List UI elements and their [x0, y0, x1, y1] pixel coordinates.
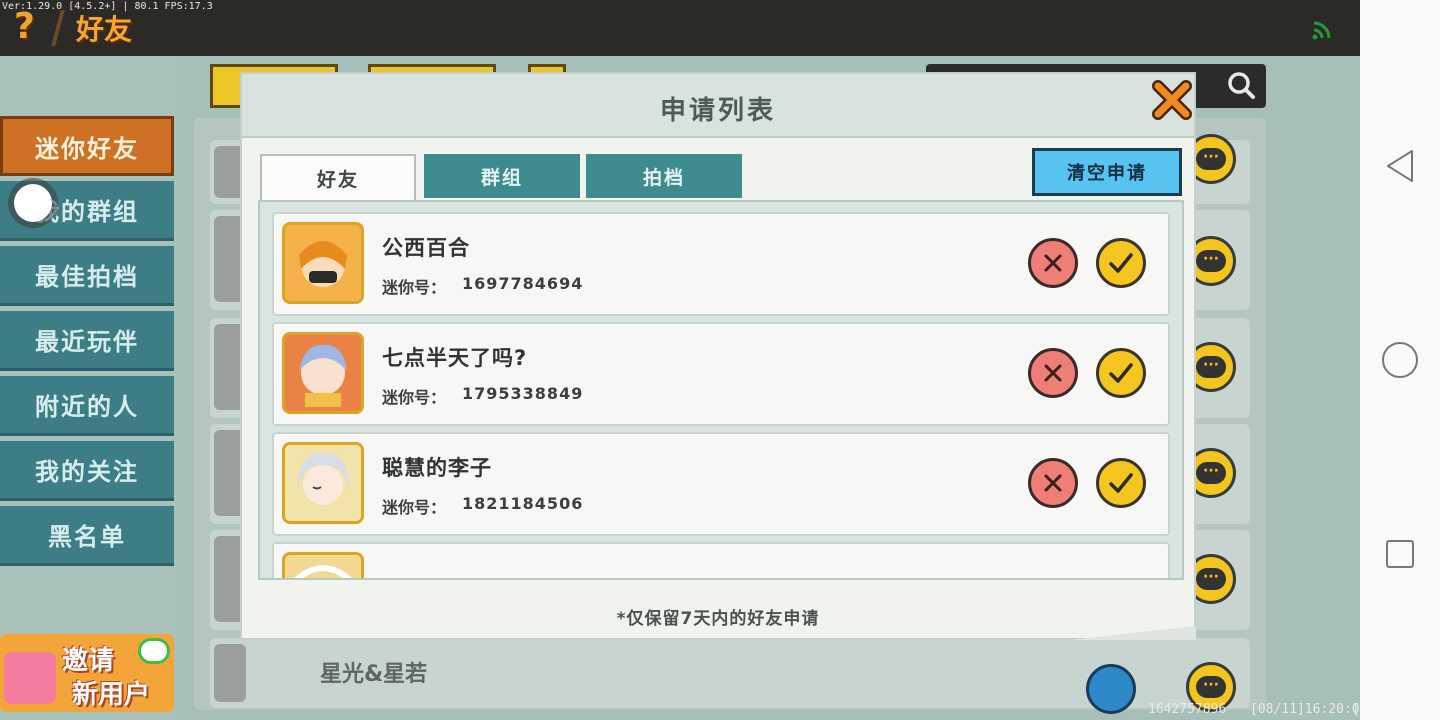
- dialog-title: 申请列表: [659, 96, 776, 126]
- tab-groups[interactable]: 群组: [424, 154, 580, 198]
- requester-name: 聪慧的李子: [382, 456, 492, 480]
- reject-button[interactable]: [1028, 458, 1078, 508]
- search-icon[interactable]: [1226, 70, 1256, 100]
- page-title: 好友: [76, 13, 133, 46]
- avatar: [214, 644, 246, 702]
- back-icon[interactable]: [1384, 148, 1416, 184]
- request-row: 公西百合 迷你号： 1697784694: [272, 212, 1170, 316]
- avatar: [282, 222, 364, 304]
- request-list: 公西百合 迷你号： 1697784694 七点半天了吗? 迷你号： 179533…: [258, 200, 1184, 580]
- mini-id-value: 1697784694: [462, 274, 584, 293]
- reject-button[interactable]: [1028, 238, 1078, 288]
- reject-button[interactable]: [1028, 348, 1078, 398]
- avatar: [282, 442, 364, 524]
- request-row: 聪慧的李子 迷你号： 1821184506: [272, 432, 1170, 536]
- mini-id-label: 迷你号：: [382, 498, 447, 517]
- new-user-label: 新用户: [72, 680, 151, 710]
- chat-icon: ···: [1196, 568, 1226, 590]
- title-divider: [51, 10, 65, 46]
- help-icon[interactable]: ?: [14, 6, 35, 47]
- footer-timestamp: [08/11]16:20:0: [1250, 702, 1360, 717]
- retention-note: *仅保留7天内的好友申请: [616, 609, 820, 629]
- close-icon: [1044, 364, 1062, 382]
- mini-id-label: 迷你号：: [382, 388, 447, 407]
- avatar: [282, 332, 364, 414]
- avatar-image: [285, 445, 361, 521]
- chat-icon: ···: [1196, 462, 1226, 484]
- friend-name: 星光&星若: [320, 662, 428, 687]
- sidebar-item-mini-friends[interactable]: 迷你好友: [0, 116, 174, 176]
- avatar-image: [285, 335, 361, 411]
- wechat-icon: [138, 638, 170, 664]
- check-icon: [1109, 253, 1133, 273]
- avatar-image: [285, 225, 361, 301]
- requester-name: 公西百合: [382, 236, 470, 260]
- invite-label: 邀请: [62, 646, 115, 676]
- gift-icon: [4, 652, 56, 704]
- recent-apps-icon[interactable]: [1386, 540, 1414, 568]
- check-icon: [1109, 363, 1133, 383]
- close-icon[interactable]: [1148, 76, 1196, 124]
- wifi-icon: [1312, 21, 1331, 40]
- chat-icon: ···: [1196, 676, 1226, 698]
- clear-requests-button[interactable]: 清空申请: [1032, 148, 1182, 196]
- accept-button[interactable]: [1096, 348, 1146, 398]
- sidebar-item-nearby[interactable]: 附近的人: [0, 376, 174, 436]
- avatar-image: [285, 555, 361, 578]
- sidebar-item-best-partner[interactable]: 最佳拍档: [0, 246, 174, 306]
- chat-icon: ···: [1196, 148, 1226, 170]
- top-bar: Ver:1.29.0 [4.5.2+] | 80.1 FPS:17.3 ? 好友: [0, 0, 1360, 56]
- accept-button[interactable]: [1096, 458, 1146, 508]
- footer-user-id: 1642757896: [1148, 702, 1227, 717]
- sidebar-item-blacklist[interactable]: 黑名单: [0, 506, 174, 566]
- requester-name: 七点半天了吗?: [382, 346, 528, 370]
- tab-partners[interactable]: 拍档: [586, 154, 742, 198]
- sidebar-item-following[interactable]: 我的关注: [0, 441, 174, 501]
- request-row: 七点半天了吗? 迷你号： 1795338849: [272, 322, 1170, 426]
- close-icon: [1044, 474, 1062, 492]
- touch-indicator: [14, 184, 52, 222]
- request-row: [272, 542, 1170, 578]
- invite-new-user-banner[interactable]: 邀请 新用户: [0, 634, 174, 712]
- request-list-dialog: 申请列表 好友 群组 拍档 清空申请 公西百合 迷你号： 1697784694: [240, 72, 1196, 640]
- close-icon: [1044, 254, 1062, 272]
- home-icon[interactable]: [1086, 664, 1136, 714]
- sidebar-item-recent-playmates[interactable]: 最近玩伴: [0, 311, 174, 371]
- home-circle-icon[interactable]: [1382, 342, 1418, 378]
- accept-button[interactable]: [1096, 238, 1146, 288]
- chat-icon: ···: [1196, 250, 1226, 272]
- dialog-header: 申请列表: [242, 74, 1194, 138]
- mini-id-value: 1821184506: [462, 494, 584, 513]
- system-nav-bar: [1360, 0, 1440, 720]
- avatar: [282, 552, 364, 578]
- mini-id-label: 迷你号：: [382, 278, 447, 297]
- mini-id-value: 1795338849: [462, 384, 584, 403]
- chat-icon: ···: [1196, 356, 1226, 378]
- check-icon: [1109, 473, 1133, 493]
- tab-friends[interactable]: 好友: [260, 154, 416, 200]
